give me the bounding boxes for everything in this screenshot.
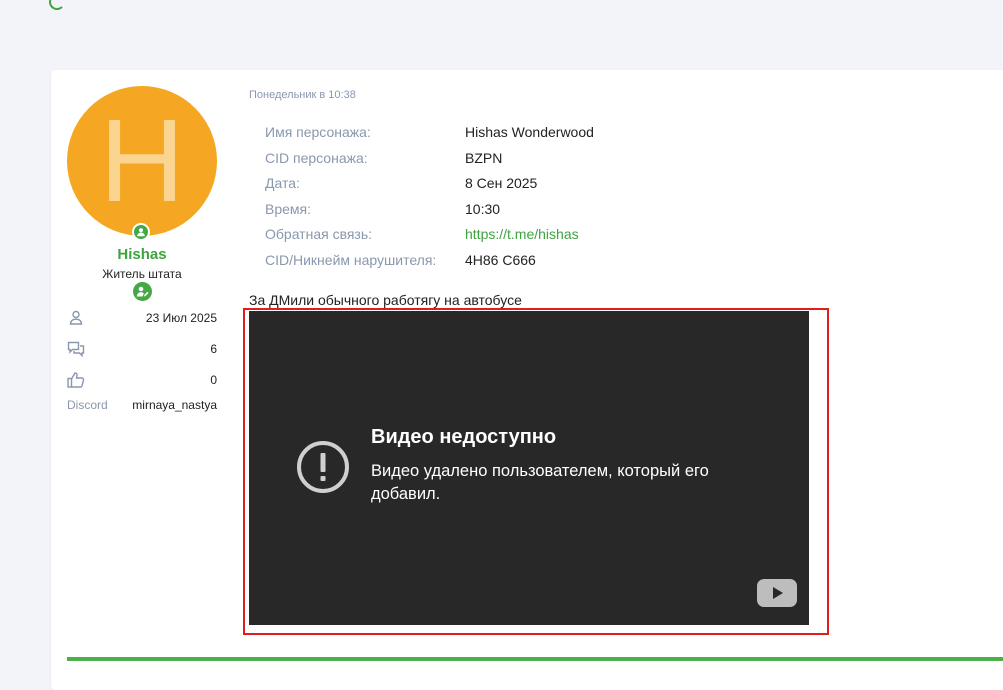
video-unavailable-message: Видео удалено пользователем, который его…: [371, 462, 709, 503]
user-title: Житель штата: [102, 267, 182, 281]
field-value: 8 Сен 2025: [465, 175, 538, 191]
youtube-icon[interactable]: [757, 579, 797, 607]
discord-label: Discord: [67, 398, 108, 412]
field-value: Hishas Wonderwood: [465, 124, 594, 140]
discord-value: mirnaya_nastya: [132, 398, 217, 412]
username[interactable]: Hishas: [67, 246, 217, 263]
field-key: Имя персонажа:: [265, 124, 371, 140]
role-badge-icon: [133, 282, 152, 301]
field-key: CID персонажа:: [265, 149, 368, 166]
field-key: Дата:: [265, 175, 300, 191]
joined-date: 23 Июл 2025: [145, 311, 217, 325]
feedback-link[interactable]: https://t.me/hishas: [465, 226, 579, 242]
loading-icon: [49, 0, 65, 10]
divider-bar: [67, 657, 1003, 661]
online-status-icon: [132, 223, 150, 241]
avatar-letter: H: [99, 95, 185, 227]
post-text: За ДМили обычного работягу на автобусе: [249, 292, 522, 308]
field-value: BZPN: [465, 149, 503, 166]
alert-icon: [297, 441, 349, 493]
stat-messages: 6: [67, 340, 217, 358]
field-value: 4H86 C666: [465, 251, 536, 268]
stat-discord: Discord mirnaya_nastya: [67, 396, 217, 414]
field-value: 10:30: [465, 200, 501, 217]
avatar[interactable]: H: [67, 86, 217, 236]
field-key: Время:: [265, 200, 312, 217]
video-unavailable-title: Видео недоступно: [371, 426, 557, 448]
stat-joined: 23 Июл 2025: [67, 309, 217, 327]
stat-reactions: 0: [67, 371, 217, 389]
messages-count: 6: [210, 342, 217, 356]
post-date[interactable]: Понедельник в 10:38: [249, 89, 356, 101]
reactions-count: 0: [210, 373, 217, 387]
user-icon: [67, 309, 85, 327]
field-key: Обратная связь:: [265, 226, 373, 242]
messages-icon: [67, 340, 85, 358]
thumbs-up-icon: [67, 371, 85, 389]
field-key: CID/Никнейм нарушителя:: [265, 251, 437, 268]
